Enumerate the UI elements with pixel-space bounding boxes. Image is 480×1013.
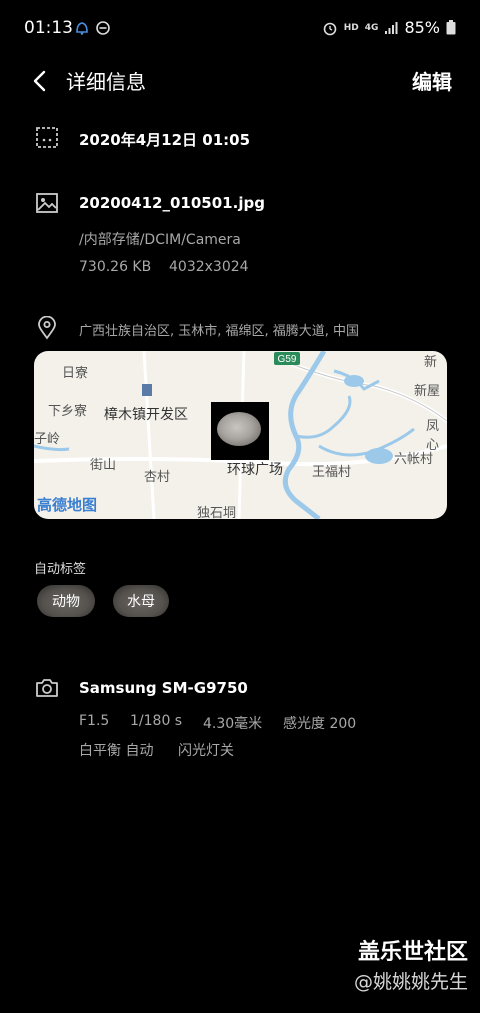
hd-badge: HD — [343, 22, 359, 33]
map-label: 新 — [424, 355, 438, 370]
back-arrow-icon[interactable] — [30, 67, 54, 95]
watermark-author: @姚姚姚先生 — [353, 971, 468, 993]
notification-bell-icon — [76, 21, 110, 35]
camera-model: Samsung SM-G9750 — [79, 679, 248, 697]
image-resolution: 4032x3024 — [169, 259, 249, 275]
file-size: 730.26 KB — [79, 259, 152, 275]
status-bar: 01:13 HD 4G 85% — [0, 0, 480, 60]
photo-thumbnail — [211, 402, 269, 460]
tag-chip[interactable]: 动物 — [37, 585, 95, 617]
signal-icon — [385, 21, 398, 34]
white-balance: 白平衡 自动 — [79, 743, 154, 759]
alarm-icon — [323, 22, 337, 35]
file-path: /内部存储/DCIM/Camera — [79, 232, 241, 248]
map-label: 下乡寮 — [48, 404, 88, 419]
map-label: 街山 — [90, 458, 117, 473]
battery-icon — [446, 20, 456, 35]
map-label: 樟木镇开发区 — [104, 407, 188, 423]
road-badge-text: G59 — [278, 354, 297, 365]
edit-button[interactable]: 编辑 — [412, 66, 452, 95]
battery-percent: 85% — [404, 18, 440, 37]
calendar-icon — [36, 127, 58, 148]
map-label: 日寮 — [62, 366, 89, 381]
network-type: 4G — [364, 22, 379, 33]
watermark-community: 盖乐世社区 — [357, 940, 468, 965]
page-title: 详细信息 — [66, 70, 146, 94]
flash-status: 闪光灯关 — [178, 743, 234, 759]
map-label: 新屋 — [414, 384, 441, 399]
map-label: 独石垌 — [197, 506, 237, 519]
status-time: 01:13 — [24, 18, 73, 38]
image-icon — [36, 193, 58, 213]
focal-length: 4.30毫米 — [203, 716, 263, 732]
map-label: 凤心 — [426, 419, 440, 453]
location-address: 广西壮族自治区, 玉林市, 福绵区, 福腾大道, 中国 — [79, 324, 360, 339]
location-map[interactable]: G59 日寮 下乡寮 樟木镇开发区 子岭 街山 杏村 独石垌 环球广场 王福村 … — [34, 351, 447, 519]
map-label: 王福村 — [312, 465, 352, 480]
map-provider-logo: 高德地图 — [37, 496, 98, 514]
location-pin-icon — [38, 316, 56, 340]
tag-chip[interactable]: 水母 — [113, 585, 169, 617]
map-label: 环球广场 — [227, 462, 283, 478]
iso: 感光度 200 — [283, 716, 357, 732]
shutter-speed: 1/180 s — [130, 713, 183, 729]
file-name: 20200412_010501.jpg — [79, 194, 265, 212]
moon-image — [217, 412, 261, 446]
aperture: F1.5 — [79, 713, 110, 729]
date-taken: 2020年4月12日 01:05 — [79, 131, 251, 149]
status-right: HD 4G 85% — [322, 18, 456, 37]
map-label: 杏村 — [144, 470, 171, 485]
notification-icons — [74, 20, 114, 40]
camera-icon — [36, 679, 58, 697]
auto-tags-label: 自动标签 — [34, 562, 87, 577]
map-label: 子岭 — [34, 432, 61, 447]
